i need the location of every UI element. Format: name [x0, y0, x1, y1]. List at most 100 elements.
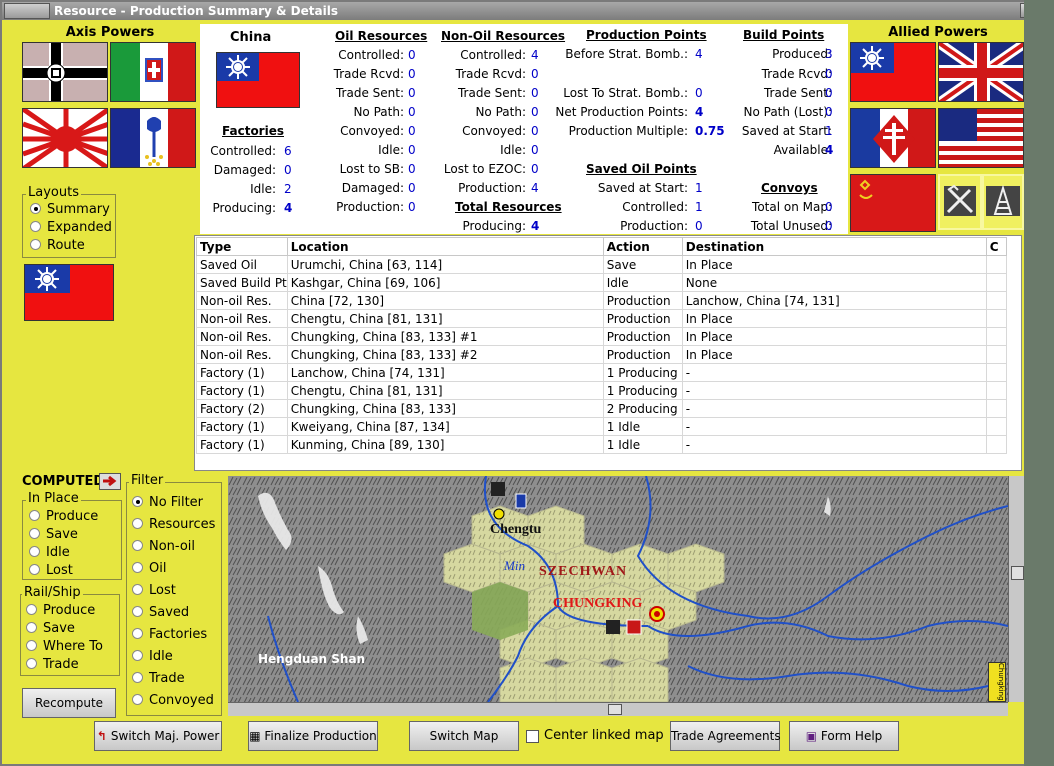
filter-radio-no-filter[interactable]: No Filter	[132, 495, 203, 510]
oil-controlled-label: Controlled:	[338, 48, 404, 62]
usa-flag[interactable]	[938, 108, 1024, 168]
vichy-france-flag[interactable]	[110, 108, 196, 168]
china-allied-flag[interactable]	[850, 42, 936, 102]
oil-damaged-value: 0	[408, 181, 416, 195]
oil-damaged-label: Damaged:	[341, 181, 404, 195]
map-horizontal-scrollbar[interactable]	[228, 702, 1008, 716]
system-menu-icon[interactable]	[4, 3, 50, 19]
column-action[interactable]: Action	[602, 237, 683, 256]
table-row[interactable]: Factory (2) Chungking, China [83, 133] 2 P…	[196, 399, 1007, 418]
center-linked-map-checkbox[interactable]	[526, 730, 539, 743]
railship-produce-radio[interactable]: Produce	[26, 603, 95, 618]
table-cell: 1 Producing	[602, 363, 683, 382]
table-cell: Kunming, China [89, 130]	[286, 435, 604, 454]
allied-powers-title: Allied Powers	[888, 25, 988, 40]
table-cell: In Place	[681, 309, 987, 328]
oil-convoyed-value: 0	[408, 124, 416, 138]
inplace-lost-radio[interactable]: Lost	[29, 563, 73, 578]
oil-no-path-value: 0	[408, 105, 416, 119]
table-cell: 1 Idle	[602, 435, 683, 454]
table-cell	[985, 345, 1007, 364]
table-row[interactable]: Saved Build Pt Kashgar, China [69, 106] Id…	[196, 273, 1007, 292]
bp-trade-sent-label: Trade Sent:	[763, 86, 832, 100]
germany-flag[interactable]	[22, 42, 108, 102]
ussr-flag[interactable]	[850, 174, 936, 232]
inplace-save-radio[interactable]: Save	[29, 527, 78, 542]
convoys-unused-value: 0	[825, 219, 833, 233]
layout-summary-radio[interactable]: Summary	[30, 202, 110, 217]
table-cell: -	[681, 363, 987, 382]
layout-expanded-radio[interactable]: Expanded	[30, 220, 112, 235]
map-view[interactable]: Chengtu Min SZECHWAN CHUNGKING Hengduan …	[228, 476, 1008, 702]
filter-radio-non-oil[interactable]: Non-oil	[132, 539, 195, 554]
table-row[interactable]: Factory (1) Lanchow, China [74, 131] 1 Pro…	[196, 363, 1007, 382]
table-row[interactable]: Non-oil Res. Chungking, China [83, 133] #…	[196, 327, 1007, 346]
filter-radio-lost[interactable]: Lost	[132, 583, 176, 598]
oil-derrick-icon[interactable]	[982, 174, 1024, 230]
radio-dot	[26, 640, 37, 651]
table-cell	[985, 327, 1007, 346]
switch-major-power-button[interactable]: ↰ Switch Maj. Power	[94, 721, 222, 751]
bp-produced-value: 3	[825, 47, 833, 61]
table-cell: Chungking, China [83, 133]	[286, 399, 604, 418]
oil-trade-sent-label: Trade Sent:	[335, 86, 404, 100]
filter-radio-saved[interactable]: Saved	[132, 605, 189, 620]
book-icon: ▣	[805, 729, 821, 743]
filter-radio-resources[interactable]: Resources	[132, 517, 215, 532]
saved-oil-points-header: Saved Oil Points	[586, 162, 697, 176]
free-france-flag[interactable]	[850, 108, 936, 168]
trade-agreements-button[interactable]: Trade Agreements	[670, 721, 781, 751]
table-row[interactable]: Non-oil Res. China [72, 130] Production Lan…	[196, 291, 1007, 310]
horizontal-scroll-thumb[interactable]	[608, 704, 622, 715]
recompute-button[interactable]: Recompute	[22, 688, 116, 718]
column-type[interactable]: Type	[196, 237, 288, 256]
title-bar[interactable]: Resource - Production Summary & Details …	[2, 2, 1052, 20]
switch-map-button[interactable]: Switch Map	[409, 721, 519, 751]
uk-flag[interactable]	[938, 42, 1024, 102]
railship-where-to-radio[interactable]: Where To	[26, 639, 103, 654]
table-row[interactable]: Factory (1) Kweiyang, China [87, 134] 1 Id…	[196, 417, 1007, 436]
table-row[interactable]: Factory (1) Kunming, China [89, 130] 1 Idl…	[196, 435, 1007, 454]
table-cell: Non-oil Res.	[196, 309, 288, 328]
column-c[interactable]: C	[985, 237, 1007, 256]
table-row[interactable]: Non-oil Res. Chengtu, China [81, 131] Prod…	[196, 309, 1007, 328]
layout-route-radio[interactable]: Route	[30, 238, 85, 253]
column-location[interactable]: Location	[286, 237, 604, 256]
table-row[interactable]: Factory (1) Chengtu, China [81, 131] 1 Pro…	[196, 381, 1007, 400]
column-destination[interactable]: Destination	[681, 237, 987, 256]
table-cell	[985, 309, 1007, 328]
details-table: Type Location Action Destination C Saved…	[196, 237, 1007, 454]
form-help-button[interactable]: ▣ Form Help	[789, 721, 899, 751]
table-row[interactable]: Saved Oil Urumchi, China [63, 114] Save In …	[196, 255, 1007, 274]
map-location-tab[interactable]: Chungking	[988, 662, 1006, 702]
build-points-header: Build Points	[743, 28, 825, 42]
convoys-onmap-value: 0	[825, 200, 833, 214]
inplace-produce-radio[interactable]: Produce	[29, 509, 98, 524]
factories-header: Factories	[222, 124, 284, 138]
china-flag-small	[24, 264, 114, 321]
finalize-production-button[interactable]: ▦ Finalize Production	[248, 721, 378, 751]
railship-save-radio[interactable]: Save	[26, 621, 75, 636]
inplace-idle-radio[interactable]: Idle	[29, 545, 70, 560]
japan-flag[interactable]	[22, 108, 108, 168]
in-place-title: In Place	[26, 491, 81, 506]
table-row[interactable]: Non-oil Res. Chungking, China [83, 133] #…	[196, 345, 1007, 364]
filter-radio-trade[interactable]: Trade	[132, 671, 185, 686]
center-linked-map-label: Center linked map	[544, 728, 664, 743]
filter-radio-oil[interactable]: Oil	[132, 561, 166, 576]
bp-trade-rcvd-value: 0	[825, 67, 833, 81]
table-cell: Chengtu, China [81, 131]	[286, 309, 604, 328]
convoys-header: Convoys	[761, 181, 818, 195]
resource-toggle-button[interactable]	[938, 174, 982, 230]
radio-dot	[132, 650, 143, 661]
oil-trade-rcvd-value: 0	[408, 67, 416, 81]
vertical-scroll-thumb[interactable]	[1011, 566, 1024, 580]
railship-trade-radio[interactable]: Trade	[26, 657, 79, 672]
filter-radio-convoyed[interactable]: Convoyed	[132, 693, 214, 708]
italy-flag[interactable]	[110, 42, 196, 102]
computed-arrow-button[interactable]	[99, 473, 121, 490]
factories-damaged-value: 0	[284, 163, 292, 177]
filter-radio-idle[interactable]: Idle	[132, 649, 173, 664]
filter-radio-factories[interactable]: Factories	[132, 627, 207, 642]
convoys-onmap-label: Total on Map:	[752, 200, 832, 214]
